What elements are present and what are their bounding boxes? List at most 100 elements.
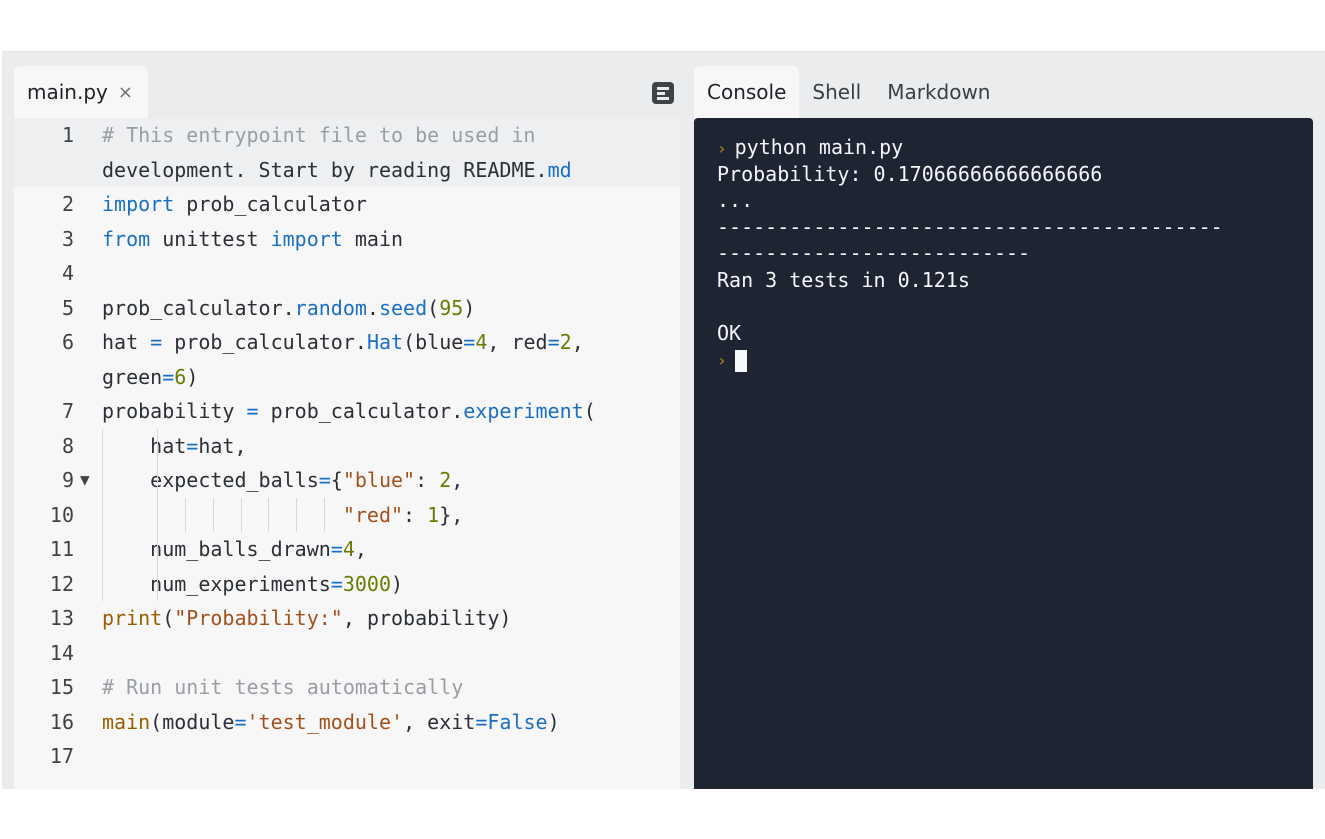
code-line[interactable]: development. Start by reading README.md xyxy=(14,152,680,188)
line-number: 16 xyxy=(49,709,74,734)
line-number: 3 xyxy=(61,226,74,251)
code-line[interactable]: 1 # This entrypoint file to be used in xyxy=(14,118,680,153)
console-text: -------------------------- xyxy=(717,241,1031,265)
line-number: 2 xyxy=(61,192,74,216)
line-number: 11 xyxy=(49,537,74,561)
line-number: 7 xyxy=(61,399,74,423)
code-text: main(module='test_module', exit=False) xyxy=(102,709,560,734)
code-line[interactable]: 15 # Run unit tests automatically xyxy=(14,670,680,705)
code-text: hat=hat, xyxy=(76,428,680,463)
console-text: OK xyxy=(717,320,742,345)
indent-guide xyxy=(240,497,242,532)
code-line[interactable]: 14 xyxy=(14,636,680,671)
code-line[interactable]: 12 num_experiments=3000) xyxy=(14,566,680,601)
console-prompt-line: › xyxy=(717,346,1290,373)
console-tab-bar: Console Shell Markdown xyxy=(694,66,1313,118)
code-text: from unittest import main xyxy=(102,226,404,251)
indent-guide xyxy=(157,428,159,463)
console-output-line: OK xyxy=(717,320,1290,347)
code-text: # This entrypoint file to be used in xyxy=(102,123,536,147)
indent-guide xyxy=(102,532,103,567)
console-output[interactable]: › python main.py Probability: 0.1706666666… xyxy=(694,118,1313,789)
line-number: 12 xyxy=(49,571,74,596)
code-text: prob_calculator.random.seed(95) xyxy=(102,295,476,320)
tab-console[interactable]: Console xyxy=(694,66,800,118)
console-output-line: -------------------------- xyxy=(717,240,1290,267)
console-text: Probability: 0.17066666666666666 xyxy=(717,161,1103,186)
code-text: probability = prob_calculator.experiment… xyxy=(102,399,596,423)
code-text: development. Start by reading README.md xyxy=(102,157,572,182)
indent-guide xyxy=(157,566,159,601)
code-line[interactable]: 11 num_balls_drawn=4, xyxy=(14,532,680,567)
code-line[interactable]: 8 hat=hat, xyxy=(14,428,680,463)
code-text: num_balls_drawn=4, xyxy=(76,532,680,567)
code-text: "red": 1}, xyxy=(76,497,680,532)
line-number: 4 xyxy=(61,261,74,285)
console-command: python main.py xyxy=(734,135,904,159)
console-output-line: ... xyxy=(717,187,1290,214)
code-line[interactable]: 9 ▼ expected_balls={"blue": 2, xyxy=(14,463,680,498)
indent-guide xyxy=(268,497,270,532)
line-number: 1 xyxy=(61,123,74,147)
indent-guide xyxy=(185,497,187,532)
indent-guide xyxy=(102,566,103,601)
indent-guide xyxy=(102,497,103,532)
line-number xyxy=(14,360,76,395)
code-text: expected_balls={"blue": 2, xyxy=(76,463,680,498)
code-text: green=6) xyxy=(102,364,199,389)
indent-guide xyxy=(323,497,325,532)
console-output-line: ----------------------------------------… xyxy=(717,214,1290,241)
code-line[interactable]: 6 hat = prob_calculator.Hat(blue=4, red=2… xyxy=(14,325,680,360)
code-line[interactable]: 2 import prob_calculator xyxy=(14,187,680,222)
code-line[interactable]: 5 prob_calculator.random.seed(95) xyxy=(14,291,680,326)
code-text: # Run unit tests automatically xyxy=(102,675,464,699)
code-line[interactable]: 4 xyxy=(14,256,680,291)
line-number: 13 xyxy=(49,606,74,630)
code-text: import prob_calculator xyxy=(102,192,367,216)
line-number: 15 xyxy=(49,675,74,699)
code-text: hat = prob_calculator.Hat(blue=4, red=2, xyxy=(102,330,584,354)
scrollbar[interactable] xyxy=(1313,118,1325,789)
code-line[interactable]: 3 from unittest import main xyxy=(14,222,680,257)
text-cursor[interactable] xyxy=(734,349,747,372)
indent-guide xyxy=(296,497,297,532)
file-tab-label: main.py xyxy=(27,80,108,104)
code-line[interactable]: green=6) xyxy=(14,360,680,395)
repl-workspace: main.py × 1 # This entrypoint file to be … xyxy=(2,51,1325,789)
code-line[interactable]: 10 "red": 1}, xyxy=(14,497,680,532)
line-number: 17 xyxy=(49,744,74,768)
line-number: 8 xyxy=(61,433,74,458)
line-number: 14 xyxy=(49,640,74,665)
console-output-line: Probability: 0.17066666666666666 xyxy=(717,161,1290,188)
code-area[interactable]: 1 # This entrypoint file to be used in dev… xyxy=(14,118,680,789)
outline-icon[interactable] xyxy=(652,82,674,104)
indent-guide xyxy=(212,497,214,532)
console-text: Ran 3 tests in 0.121s xyxy=(717,267,970,292)
line-number: 6 xyxy=(61,330,74,354)
code-editor-pane: main.py × 1 # This entrypoint file to be … xyxy=(14,66,680,789)
tab-markdown[interactable]: Markdown xyxy=(874,66,1003,118)
line-number: 10 xyxy=(49,502,74,527)
console-text: ... xyxy=(717,188,754,212)
code-line[interactable]: 7 probability = prob_calculator.experimen… xyxy=(14,394,680,429)
prompt-chevron-icon: › xyxy=(717,139,727,158)
console-output-line: Ran 3 tests in 0.121s xyxy=(717,267,1290,294)
indent-guide xyxy=(102,463,103,498)
line-number: 9 ▼ xyxy=(14,463,90,498)
editor-tab-bar: main.py × xyxy=(14,66,680,118)
code-line[interactable]: 13 print("Probability:", probability) xyxy=(14,601,680,636)
indent-guide xyxy=(157,497,159,532)
file-tab-main-py[interactable]: main.py × xyxy=(14,66,148,118)
tab-shell[interactable]: Shell xyxy=(799,66,874,118)
code-line[interactable]: 17 xyxy=(14,739,680,774)
code-line[interactable]: 16 main(module='test_module', exit=False) xyxy=(14,705,680,740)
indent-guide xyxy=(157,532,159,567)
code-text: print("Probability:", probability) xyxy=(102,606,512,630)
console-prompt-line: › python main.py xyxy=(717,134,1290,161)
console-text: ----------------------------------------… xyxy=(717,214,1223,239)
code-text: num_experiments=3000) xyxy=(76,566,680,601)
line-number xyxy=(14,153,76,188)
close-icon[interactable]: × xyxy=(118,82,133,103)
